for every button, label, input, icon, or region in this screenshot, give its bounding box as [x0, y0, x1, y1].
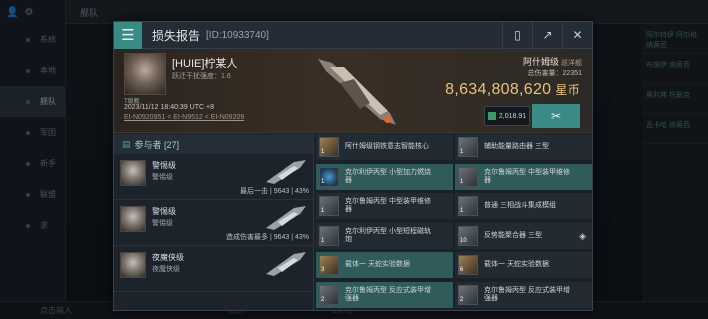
loss-report-dialog: ☰ 损失报告 [ID:10933740] ▯ ↗ ✕ [HUIE]柠某人 跃迁干…: [113, 21, 593, 311]
victim-danger: 跃迁干扰强度：1.6: [172, 73, 231, 80]
victim-portrait[interactable]: [124, 53, 166, 95]
menu-button[interactable]: ☰: [114, 22, 142, 49]
lost-item[interactable]: 10 反势能聚合器 三型 ◈: [455, 222, 592, 249]
isk-unit: 星币: [555, 83, 580, 97]
lost-items-grid: 1 阿什姆级钢铁意志智能核心 1 辅助能量路由器 三型 1 克尔利伊丙型 小型加力燃烧器 1…: [316, 134, 592, 310]
item-name: 克尔利伊丙型 小型加力燃烧器: [345, 168, 431, 184]
share-icon[interactable]: ↗: [532, 22, 562, 49]
item-icon: 2: [319, 284, 339, 305]
item-quantity: 1: [460, 149, 464, 155]
value-badge: 2,018.91: [484, 106, 530, 126]
participant-portrait: [120, 160, 146, 186]
item-icon: 1: [458, 166, 478, 187]
item-icon: 1: [319, 137, 339, 157]
item-icon: 1: [319, 225, 339, 246]
lost-item[interactable]: 6 载体一 天蛇实验数据: [455, 252, 592, 278]
participant-ship: 夜魔侠级: [152, 253, 184, 262]
dialog-title: 损失报告: [152, 28, 201, 43]
item-name: 克尔鲁姆丙型 中型装甲维修器: [345, 198, 431, 213]
item-icon: 10: [458, 225, 478, 246]
participant-ship-type: 警惕级: [152, 220, 173, 227]
lost-item[interactable]: 1 普通 三相战斗集成模组: [455, 193, 592, 219]
participant-row[interactable]: 警惕级 警惕级 造成伤害最多 | 9643 | 43%: [114, 200, 313, 246]
badge-icon: [487, 112, 496, 120]
wrench-icon: ✂: [550, 109, 562, 123]
lost-item[interactable]: 1 克尔鲁姆丙型 中型装甲维修器: [316, 193, 453, 219]
item-icon: 1: [319, 196, 339, 216]
item-icon: 1: [458, 196, 478, 216]
item-name: 克尔鲁姆丙型 反应式装甲增强器: [345, 286, 431, 302]
item-quantity: 1: [321, 208, 325, 214]
item-icon: 6: [458, 255, 478, 275]
report-id[interactable]: [ID:10933740]: [206, 30, 269, 41]
victim-ship-image[interactable]: [310, 53, 400, 129]
item-quantity: 10: [460, 237, 467, 244]
participants-title: 参与者 [27]: [134, 139, 180, 150]
ship-class: 阿什姆级 巡洋舰: [523, 55, 582, 68]
participant-ship-image: [266, 160, 306, 184]
lost-item[interactable]: 3 载体一 天蛇实验数据: [316, 252, 453, 278]
lost-item[interactable]: 1 辅助能量路由器 三型: [455, 134, 592, 160]
people-icon: ▤: [122, 138, 131, 149]
item-quantity: 1: [321, 178, 325, 185]
participant-ship-type: 夜魔侠级: [152, 266, 180, 273]
item-name: 辅助能量路由器 三型: [484, 143, 549, 150]
participant-ship-image: [266, 206, 306, 230]
item-icon: 3: [319, 255, 339, 275]
participants-column: ▤ 参与者 [27] 警惕级 警惕级 最后一击 | 9643 | 43% 警惕级 警惕级造…: [114, 134, 314, 310]
kill-location-route[interactable]: EI-N0920951 < EI-N9512 < EI-N09209: [124, 114, 244, 121]
hamburger-icon: ☰: [121, 27, 135, 44]
item-name: 克尔利伊丙型 小型短程磁轨炮: [345, 227, 431, 243]
participant-row[interactable]: 夜魔侠级 夜魔侠级: [114, 246, 313, 292]
victim-name[interactable]: [HUIE]柠某人: [172, 55, 237, 71]
stack-icon[interactable]: ◈: [579, 231, 586, 240]
participant-ship: 警惕级: [152, 161, 176, 170]
item-icon: 1: [458, 137, 478, 157]
fitting-tools-button[interactable]: ✂: [532, 104, 580, 128]
badge-value: 2,018.91: [498, 112, 527, 120]
participant-row[interactable]: 警惕级 警惕级 最后一击 | 9643 | 43%: [114, 154, 313, 200]
item-quantity: 3: [321, 267, 325, 273]
item-name: 普通 三相战斗集成模组: [484, 202, 556, 209]
lost-item[interactable]: 2 克尔鲁姆丙型 反应式装甲增强器: [455, 281, 592, 308]
participants-header[interactable]: ▤ 参与者 [27]: [114, 134, 313, 154]
item-name: 阿什姆级钢铁意志智能核心: [345, 143, 429, 150]
item-quantity: 6: [460, 267, 464, 273]
isk-value: 8,634,808,620 星币: [445, 81, 580, 99]
item-quantity: 2: [460, 296, 464, 303]
item-name: 反势能聚合器 三型: [484, 231, 542, 239]
ship-class-name: 阿什姆级: [522, 57, 559, 67]
item-name: 载体一 天蛇实验数据: [345, 261, 410, 268]
participant-damage-stat: 最后一击 | 9643 | 43%: [240, 188, 309, 195]
item-quantity: 1: [460, 208, 464, 214]
lost-item[interactable]: 1 克尔利伊丙型 小型加力燃烧器: [316, 163, 453, 190]
item-quantity: 1: [321, 149, 325, 155]
item-name: 克尔鲁姆丙型 中型装甲维修器: [484, 168, 570, 184]
item-name: 载体一 天蛇实验数据: [484, 261, 549, 268]
close-icon[interactable]: ✕: [562, 22, 592, 49]
isk-amount: 8,634,808,620: [445, 81, 552, 98]
document-icon[interactable]: ▯: [502, 22, 532, 49]
dialog-header: ☰ 损失报告 [ID:10933740] ▯ ↗ ✕: [114, 22, 592, 49]
lost-item[interactable]: 1 阿什姆级钢铁意志智能核心: [316, 134, 453, 160]
item-quantity: 1: [460, 178, 464, 185]
participant-portrait: [120, 206, 146, 232]
kill-datetime: 2023/11/12 18:40:39 UTC +8: [124, 104, 214, 111]
participant-portrait: [120, 252, 146, 278]
item-icon: 1: [319, 166, 339, 187]
lost-item[interactable]: 2 克尔鲁姆丙型 反应式装甲增强器: [316, 281, 453, 308]
ship-type: 巡洋舰: [561, 60, 582, 67]
item-icon: 2: [458, 284, 478, 305]
item-name: 克尔鲁姆丙型 反应式装甲增强器: [484, 286, 570, 302]
lost-item[interactable]: 1 克尔鲁姆丙型 中型装甲维修器: [455, 163, 592, 190]
participant-ship: 警惕级: [152, 207, 176, 216]
total-damage: 总伤害量：22351: [527, 70, 582, 77]
item-quantity: 1: [321, 237, 325, 244]
lost-item[interactable]: 1 克尔利伊丙型 小型短程磁轨炮: [316, 222, 453, 249]
item-quantity: 2: [321, 296, 325, 303]
participant-ship-image: [266, 252, 306, 276]
participant-damage-stat: 造成伤害最多 | 9643 | 43%: [226, 234, 309, 241]
participant-ship-type: 警惕级: [152, 174, 173, 181]
